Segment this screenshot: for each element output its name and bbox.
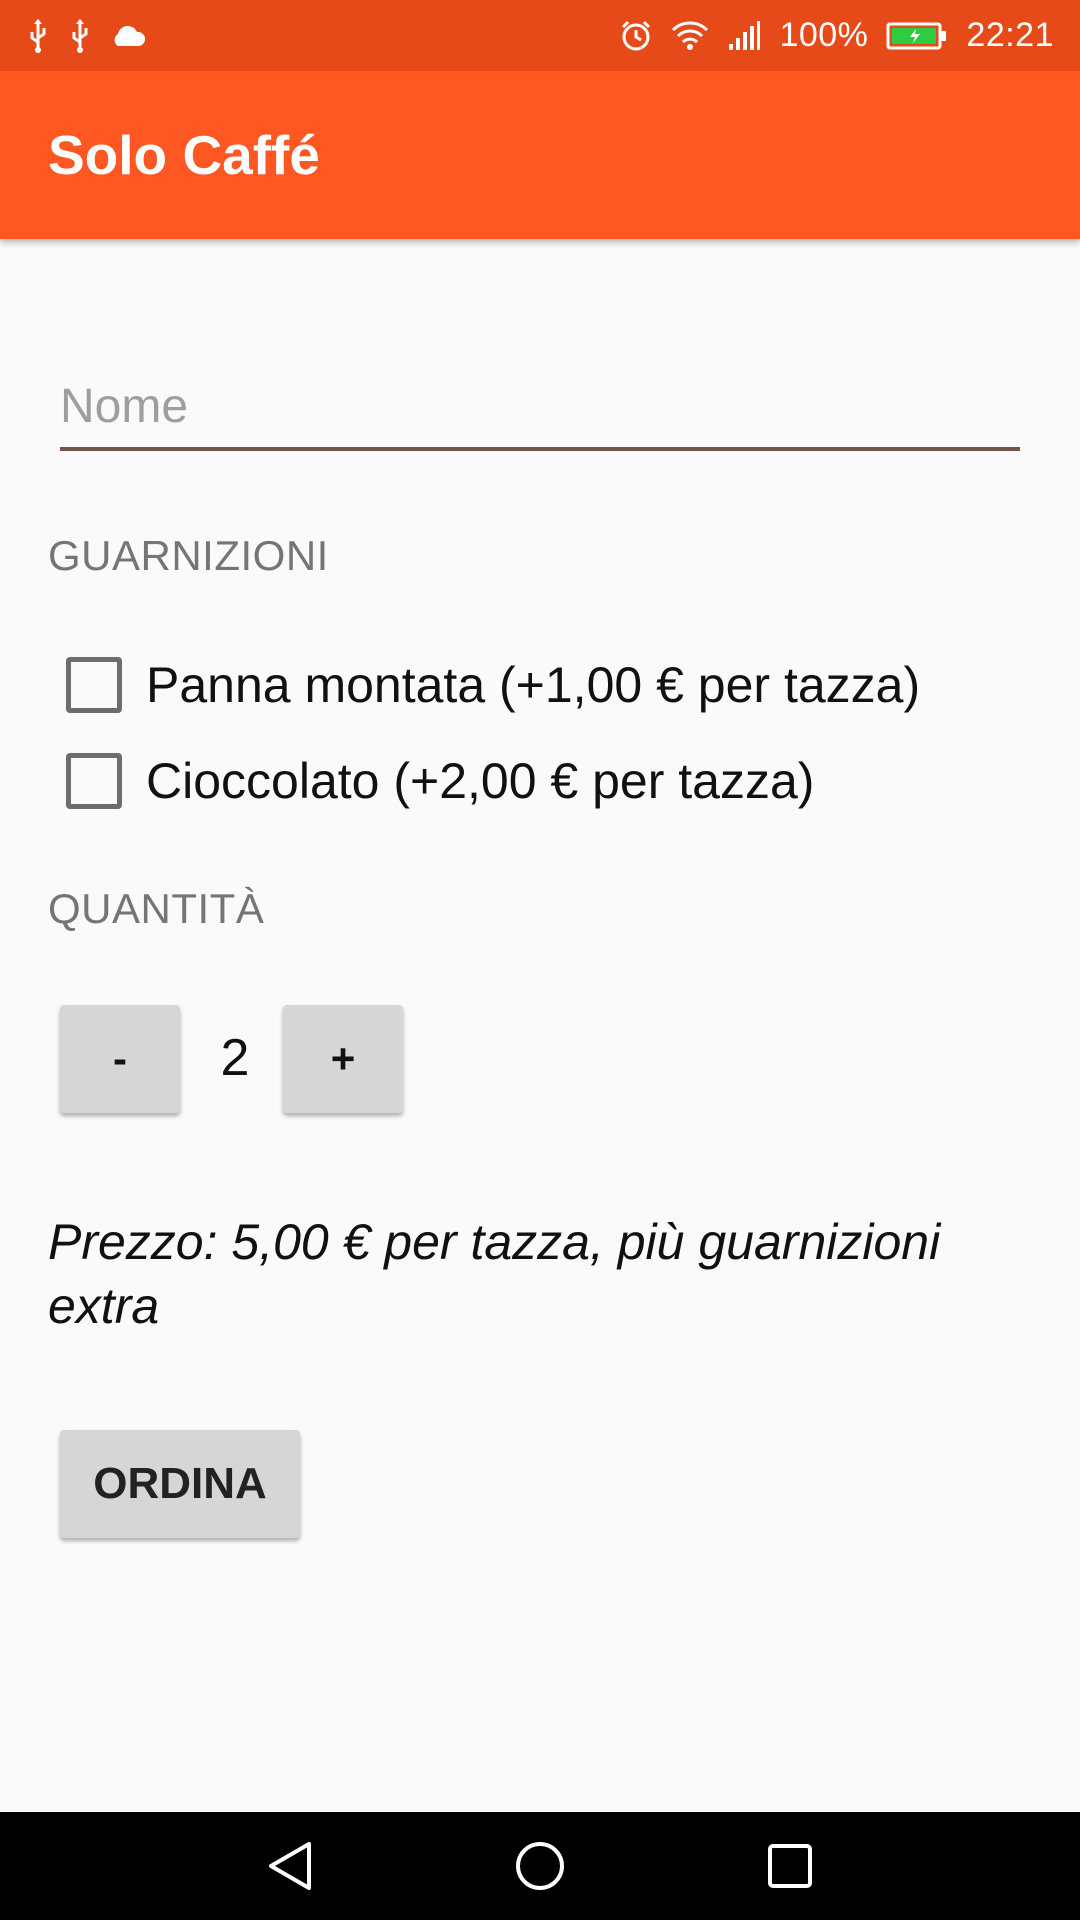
wifi-icon bbox=[671, 20, 709, 52]
back-icon[interactable] bbox=[260, 1836, 320, 1896]
usb-icon bbox=[26, 18, 50, 54]
battery-charging-icon bbox=[886, 21, 948, 51]
status-bar: 100% 22:21 bbox=[0, 0, 1080, 71]
whipped-cream-checkbox[interactable] bbox=[66, 657, 122, 713]
status-right-icons: 100% 22:21 bbox=[619, 16, 1054, 55]
quantity-header: QUANTITÀ bbox=[48, 885, 265, 932]
price-summary: Prezzo: 5,00 € per tazza, più guarnizion… bbox=[48, 1214, 941, 1334]
name-field[interactable] bbox=[60, 365, 1020, 451]
order-button[interactable]: ORDINA bbox=[60, 1430, 300, 1538]
recents-icon[interactable] bbox=[760, 1836, 820, 1896]
status-time: 22:21 bbox=[966, 16, 1054, 54]
status-left-icons bbox=[26, 18, 146, 54]
chocolate-label[interactable]: Cioccolato (+2,00 € per tazza) bbox=[146, 752, 814, 810]
toppings-header: GUARNIZIONI bbox=[48, 532, 329, 579]
cloud-icon bbox=[110, 24, 146, 48]
chocolate-checkbox[interactable] bbox=[66, 753, 122, 809]
whipped-cream-label[interactable]: Panna montata (+1,00 € per tazza) bbox=[146, 656, 920, 714]
increment-button[interactable]: + bbox=[283, 1005, 403, 1113]
alarm-icon bbox=[619, 19, 653, 53]
app-title: Solo Caffé bbox=[48, 124, 320, 186]
navigation-bar bbox=[0, 1812, 1080, 1920]
name-input[interactable] bbox=[60, 365, 1020, 447]
usb-icon bbox=[68, 18, 92, 54]
home-icon[interactable] bbox=[510, 1836, 570, 1896]
app-bar: Solo Caffé bbox=[0, 71, 1080, 239]
whipped-cream-checkbox-row[interactable]: Panna montata (+1,00 € per tazza) bbox=[66, 656, 920, 714]
decrement-button[interactable]: - bbox=[60, 1005, 180, 1113]
quantity-value: 2 bbox=[220, 1029, 250, 1087]
signal-icon bbox=[727, 20, 761, 52]
battery-percent: 100% bbox=[779, 16, 869, 54]
chocolate-checkbox-row[interactable]: Cioccolato (+2,00 € per tazza) bbox=[66, 752, 814, 810]
